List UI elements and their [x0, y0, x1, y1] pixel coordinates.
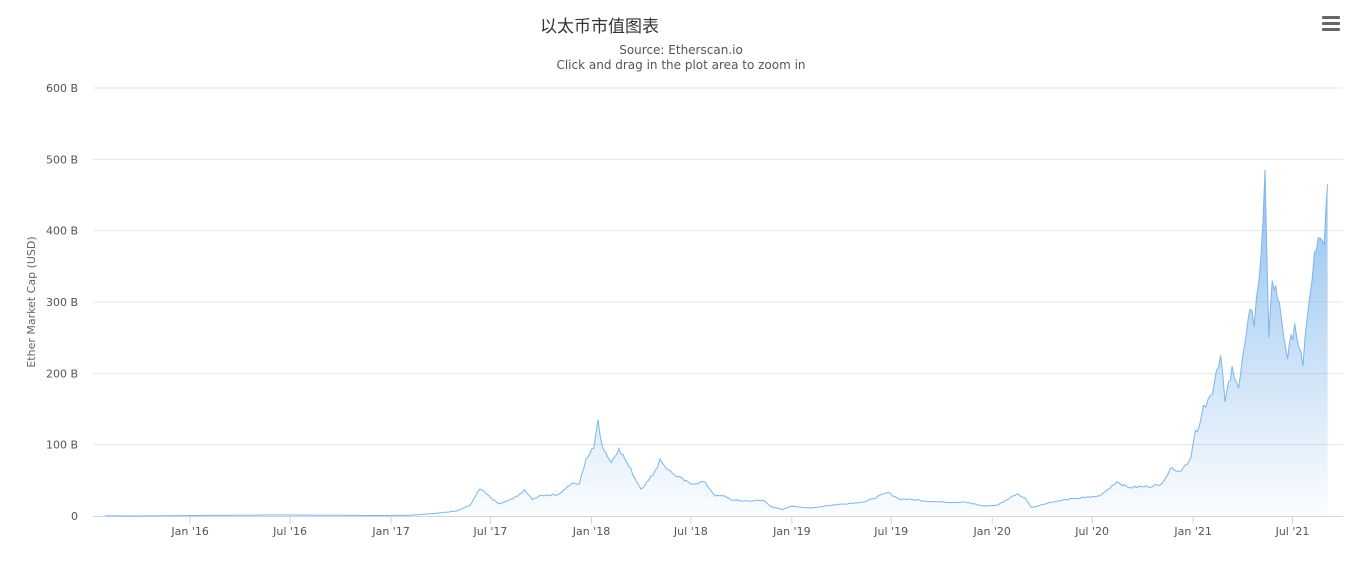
x-tick-label: Jul '18: [673, 525, 708, 538]
x-tick-label: Jan '19: [772, 525, 810, 538]
x-tick-label: Jul '16: [272, 525, 307, 538]
series-line: [105, 169, 1329, 517]
x-tick-label: Jan '17: [371, 525, 409, 538]
y-tick-label: 400 B: [46, 225, 78, 238]
y-axis-label: Ether Market Cap (USD): [25, 236, 38, 367]
x-tick-label: Jan '21: [1173, 525, 1211, 538]
y-tick-label: 0: [71, 510, 78, 523]
y-tick-label: 500 B: [46, 153, 78, 166]
y-tick-label: 300 B: [46, 296, 78, 309]
y-tick-label: 200 B: [46, 367, 78, 380]
market-cap-chart[interactable]: 0 100 B 200 B 300 B 400 B 500 B 600 B Jan '16 J…: [0, 0, 1359, 573]
x-tick-label: Jan '16: [170, 525, 208, 538]
x-tick-label: Jul '19: [873, 525, 908, 538]
y-tick-label: 100 B: [46, 439, 78, 452]
area-fill: [105, 170, 1328, 516]
x-tick-label: Jul '21: [1275, 525, 1310, 538]
y-tick-label: 600 B: [46, 82, 78, 95]
x-tick-label: Jan '20: [972, 525, 1010, 538]
x-tick-label: Jul '20: [1074, 525, 1109, 538]
x-tick-label: Jul '17: [473, 525, 508, 538]
x-tick-label: Jan '18: [572, 525, 610, 538]
